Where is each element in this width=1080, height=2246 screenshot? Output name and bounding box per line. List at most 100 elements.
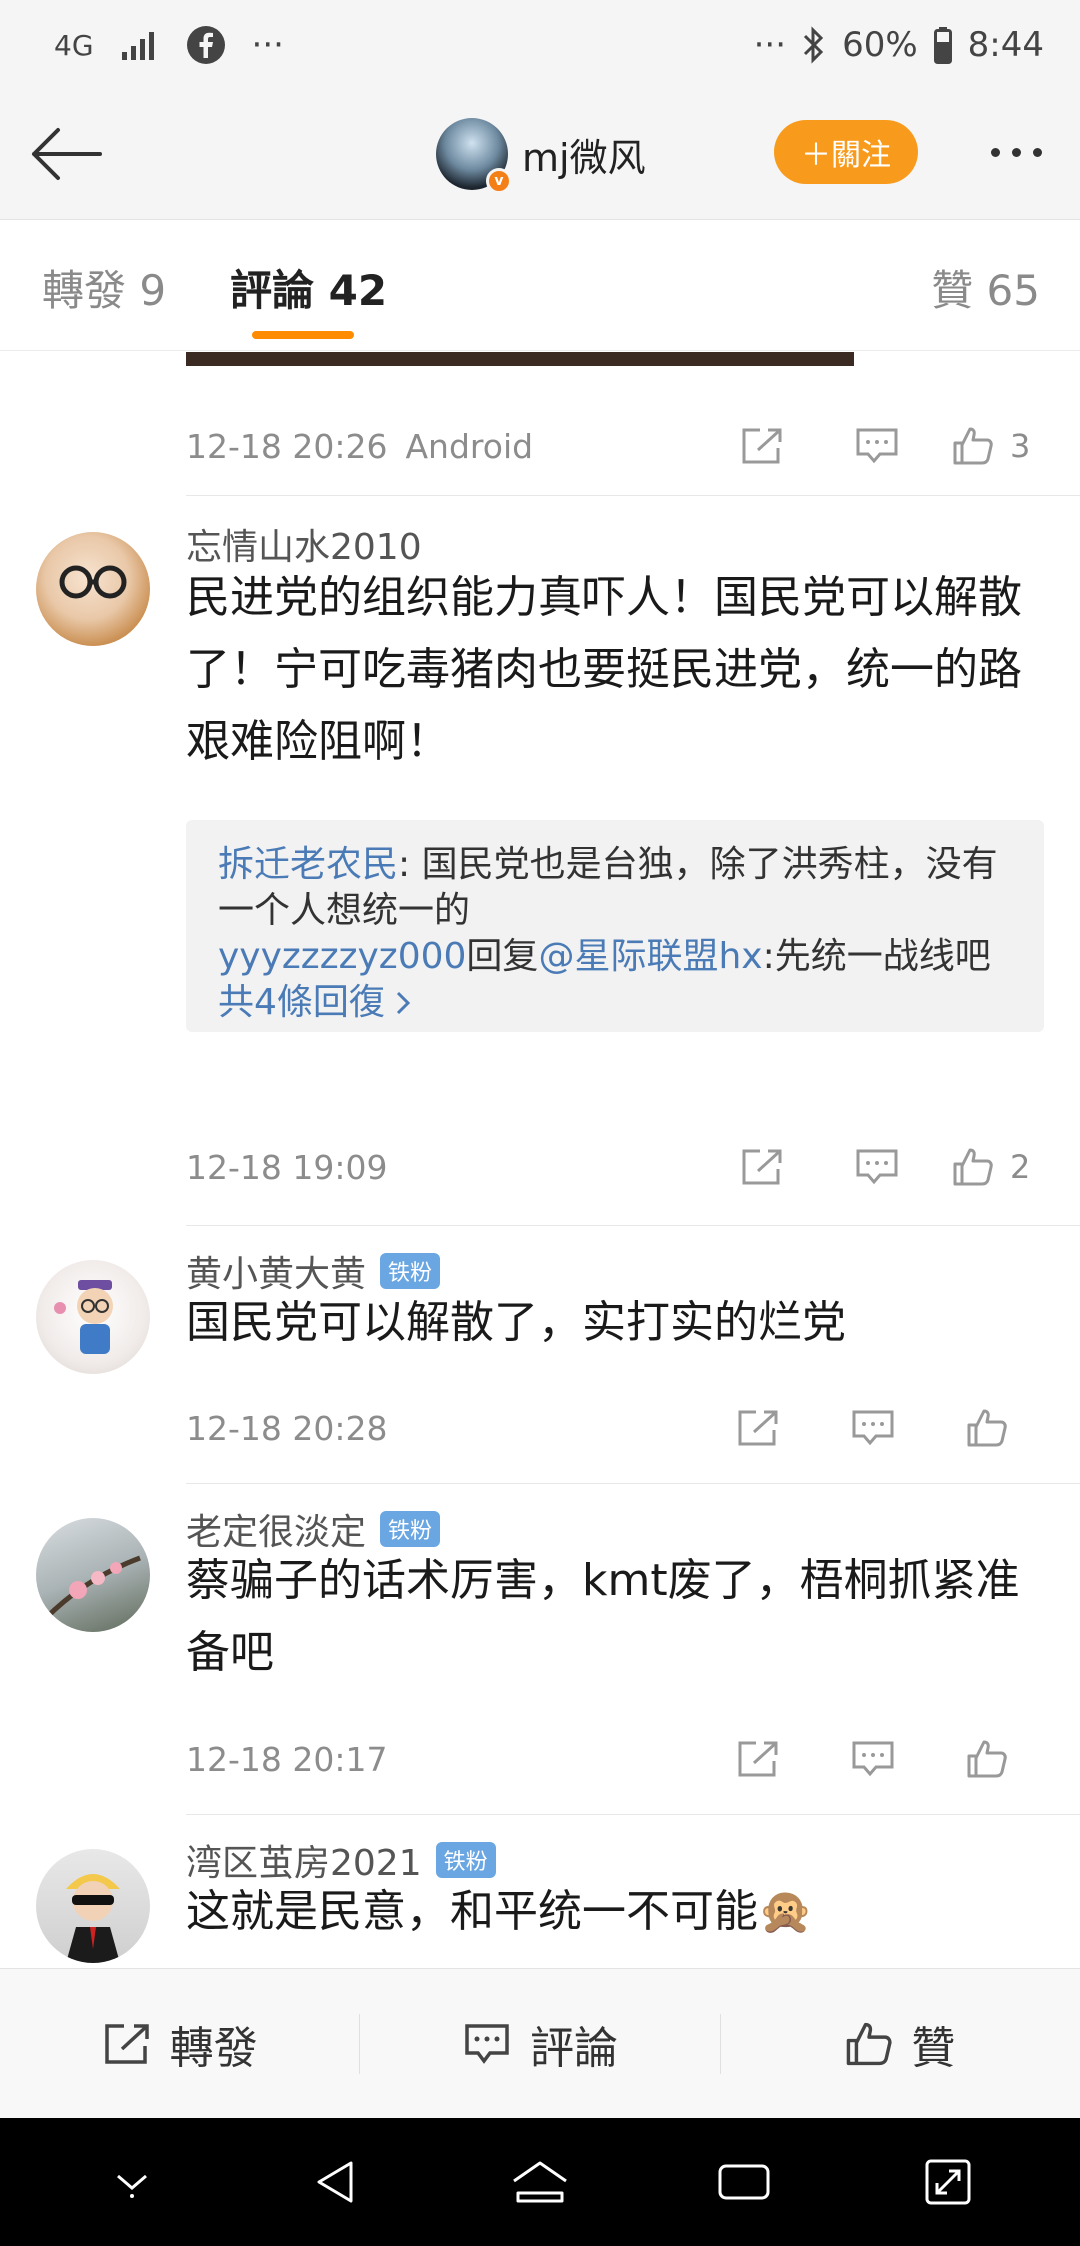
like-button[interactable] [930,1388,1044,1468]
like-label[interactable]: 贊 [911,2012,955,2076]
like-post-button[interactable]: 贊 [721,1969,1080,2119]
author-name[interactable]: mj微风 [522,127,646,182]
divider [186,495,1080,496]
share-icon [738,1741,778,1777]
like-button[interactable]: 2 [934,1127,1044,1207]
thumbs-up-icon [953,1148,993,1186]
comment-icon [856,428,898,464]
reply-button[interactable] [816,1719,930,1799]
commenter-avatar[interactable] [36,1849,150,1963]
fan-badge: 铁粉 [380,1511,441,1547]
like-count: 3 [1010,427,1031,465]
like-button[interactable]: 3 [934,406,1044,486]
thumbs-up-icon [967,1740,1007,1778]
comment-meta-row: 12-18 20:17 [186,1719,1080,1799]
status-bar: 4G ··· ··· 60% 8:44 [0,0,1080,90]
share-icon [104,2023,149,2064]
more-replies-link[interactable]: 共4條回復 [218,980,1012,1026]
like-button[interactable] [930,1719,1044,1799]
comment-list[interactable]: 12-18 20:26 Android 3 忘情山水2010 民进党的组织能力真… [0,352,1080,1968]
thumbs-up-icon [967,1409,1007,1447]
share-icon [738,1410,778,1446]
reply-preview[interactable]: 拆迁老农民: 国民党也是台独，除了洪秀柱，没有一个人想统一的 yyyzzzzyz… [186,820,1044,1032]
tab-reposts[interactable]: 轉發 9 [42,257,166,318]
comment-icon [852,1741,894,1777]
share-button[interactable] [706,406,820,486]
back-button[interactable] [26,118,106,190]
nav-back-button[interactable] [286,2132,386,2232]
back-triangle-icon [317,2161,353,2203]
thumbs-up-icon [953,427,993,465]
comment-meta-row: 12-18 20:28 [186,1388,1080,1468]
reply-line: 拆迁老农民: 国民党也是台独，除了洪秀柱，没有一个人想统一的 [218,842,1012,934]
comment-icon [465,2023,509,2064]
share-button[interactable] [706,1127,820,1207]
verified-icon: v [486,168,512,194]
fan-badge: 铁粉 [435,1842,496,1878]
active-tab-indicator [252,331,354,339]
share-button[interactable] [702,1388,816,1468]
comment-text: 这就是民意，和平统一不可能🙊 [186,1886,813,1937]
comment-text: 国民党可以解散了，实打实的烂党 [186,1297,846,1348]
recents-icon [718,2164,770,2200]
nav-recents-button[interactable] [694,2132,794,2232]
more-options-icon[interactable] [976,130,1056,174]
comment-meta-row: 12-18 19:09 2 [186,1127,1080,1207]
screen-rotate-button[interactable] [898,2132,998,2232]
post-header: v mj微风 ＋關注 [0,90,1080,220]
commenter-avatar[interactable] [36,1518,150,1632]
tab-likes[interactable]: 贊 65 [931,257,1040,318]
reply-line: yyyzzzzyz000回复@星际联盟hx:先统一战线吧 [218,934,1012,980]
tab-comments[interactable]: 評論 42 [230,257,387,318]
clock: 8:44 [967,25,1044,65]
nav-home-button[interactable] [490,2132,590,2232]
home-icon [513,2161,567,2203]
share-icon [742,428,782,464]
commenter-avatar[interactable] [36,1260,150,1374]
like-count: 2 [1010,1148,1031,1186]
hide-keyboard-button[interactable] [82,2132,182,2232]
reply-button[interactable] [820,1127,934,1207]
status-more-dots-right: ··· [753,25,787,65]
signal-icon [120,30,160,60]
comment-input-button[interactable]: 評論 [360,1969,719,2119]
comment-label[interactable]: 評論 [530,2012,618,2076]
fan-badge: 铁粉 [380,1253,441,1289]
follow-button[interactable]: ＋關注 [774,120,918,184]
reply-text: :先统一战线吧 [762,936,991,977]
comment-time: 12-18 19:09 [186,1147,388,1187]
author-avatar[interactable]: v [436,118,512,194]
commenter-avatar[interactable] [36,532,150,646]
expand-icon [925,2159,971,2205]
post-time: 12-18 20:26 [186,426,388,466]
reply-author[interactable]: 拆迁老农民 [218,844,398,885]
post-image-edge [186,352,854,366]
reply-mention[interactable]: @星际联盟hx [538,936,762,977]
comment-time: 12-18 20:28 [186,1408,388,1448]
battery-percent: 60% [842,25,918,65]
comment-time: 12-18 20:17 [186,1739,388,1779]
repost-label[interactable]: 轉發 [170,2012,258,2076]
comment-text: 民进党的组织能力真吓人！国民党可以解散了！宁可吃毒猪肉也要挺民进党，统一的路艰难… [186,572,1022,767]
share-icon [742,1149,782,1185]
battery-icon [933,26,952,64]
bluetooth-icon [802,26,826,64]
back-arrow-icon [32,128,102,180]
chevron-right-icon [396,991,411,1015]
divider [186,1814,1080,1815]
post-meta-row: 12-18 20:26 Android 3 [186,406,1080,486]
comment-icon [852,1410,894,1446]
share-button[interactable] [702,1719,816,1799]
author-info[interactable]: v mj微风 [436,118,646,194]
thumbs-up-icon [847,2022,892,2065]
reply-button[interactable] [816,1388,930,1468]
divider [186,1225,1080,1226]
comment-button[interactable] [820,406,934,486]
comment-icon [856,1149,898,1185]
divider [186,1483,1080,1484]
reply-author[interactable]: yyyzzzzyz000 [218,936,466,977]
tab-bar: 轉發 9 評論 42 贊 65 [0,221,1080,351]
repost-button[interactable]: 轉發 [0,1969,359,2119]
bottom-action-bar: 轉發 評論 贊 [0,1968,1080,2118]
status-more-dots: ··· [251,25,284,65]
